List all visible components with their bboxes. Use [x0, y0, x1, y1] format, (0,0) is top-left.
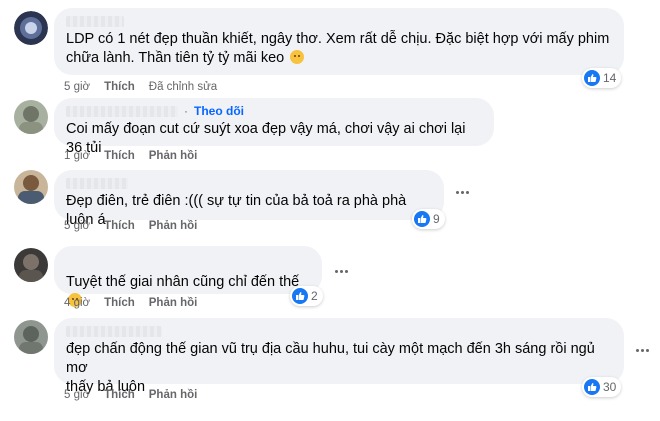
like-button[interactable]: Thích: [104, 297, 135, 309]
commenter-name[interactable]: [66, 177, 432, 189]
like-button[interactable]: Thích: [104, 389, 135, 401]
reaction-count: 30: [603, 380, 617, 394]
comment-meta: 5 giờ Thích Phản hồi: [64, 389, 197, 401]
follow-button[interactable]: Theo dõi: [194, 104, 244, 118]
timestamp[interactable]: 1 giờ: [64, 150, 90, 162]
reaction-count-badge[interactable]: 2: [290, 286, 323, 306]
commenter-name-row: · Theo dõi: [66, 104, 482, 118]
more-options-icon[interactable]: [630, 343, 654, 357]
reply-button[interactable]: Phản hồi: [149, 389, 198, 401]
comment-bubble: Tuyệt thế giai nhân cũng chỉ đến thế: [54, 246, 322, 307]
comment-bubble: đẹp chấn động thế gian vũ trụ địa cầu hu…: [54, 318, 624, 395]
like-button[interactable]: Thích: [104, 150, 135, 162]
comment-meta: 1 giờ Thích Phản hồi: [64, 150, 197, 162]
like-button[interactable]: Thích: [104, 81, 135, 93]
sad-face-emoji: [290, 50, 305, 64]
reply-button[interactable]: Phản hồi: [149, 220, 198, 232]
reaction-count: 9: [433, 212, 440, 226]
reaction-count: 14: [603, 71, 617, 85]
commenter-name[interactable]: [66, 15, 612, 27]
commenter-name[interactable]: [66, 105, 178, 117]
commenter-name[interactable]: [66, 325, 612, 337]
timestamp[interactable]: 5 giờ: [64, 220, 90, 232]
comment-meta: 5 giờ Thích Phản hồi: [64, 220, 197, 232]
comment-meta: 5 giờ Thích Đã chỉnh sửa: [64, 81, 217, 93]
avatar[interactable]: [14, 248, 48, 282]
reaction-count: 2: [311, 289, 318, 303]
like-icon: [414, 211, 430, 227]
avatar[interactable]: [14, 170, 48, 204]
timestamp[interactable]: 4 giờ: [64, 297, 90, 309]
reaction-count-badge[interactable]: 30: [582, 377, 622, 397]
avatar[interactable]: [14, 100, 48, 134]
reaction-count-badge[interactable]: 9: [412, 209, 445, 229]
comment-bubble: · Theo dõi Coi mấy đoạn cut cứ suýt xoa …: [54, 98, 494, 156]
edited-label[interactable]: Đã chỉnh sửa: [149, 81, 217, 93]
reply-button[interactable]: Phản hồi: [149, 297, 198, 309]
comment-bubble: Đẹp điên, trẻ điên :((( sự tự tin của bả…: [54, 170, 444, 228]
timestamp[interactable]: 5 giờ: [64, 389, 90, 401]
reply-button[interactable]: Phản hồi: [149, 150, 198, 162]
reaction-count-badge[interactable]: 14: [582, 68, 622, 88]
commenter-name[interactable]: [66, 253, 310, 265]
comment-meta: 4 giờ Thích Phản hồi: [64, 297, 197, 309]
comment-text: LDP có 1 nét đẹp thuần khiết, ngây thơ. …: [66, 31, 610, 66]
like-icon: [292, 288, 308, 304]
like-icon: [584, 70, 600, 86]
timestamp[interactable]: 5 giờ: [64, 81, 90, 93]
avatar[interactable]: [14, 320, 48, 354]
avatar[interactable]: [14, 11, 48, 45]
like-icon: [584, 379, 600, 395]
more-options-icon[interactable]: [329, 264, 353, 278]
more-options-icon[interactable]: [450, 185, 474, 199]
comment-bubble: LDP có 1 nét đẹp thuần khiết, ngây thơ. …: [54, 8, 624, 75]
like-button[interactable]: Thích: [104, 220, 135, 232]
